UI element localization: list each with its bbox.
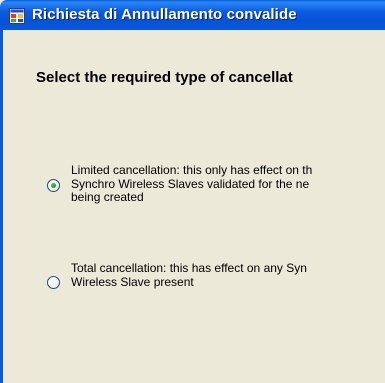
page-heading: Select the required type of cancellat [36, 69, 293, 86]
dialog-window: Richiesta di Annullamento convalide Sele… [0, 0, 385, 383]
title-bar[interactable]: Richiesta di Annullamento convalide [0, 0, 385, 30]
window-title: Richiesta di Annullamento convalide [32, 6, 297, 23]
app-window-icon [9, 8, 25, 24]
radio-button-total[interactable] [47, 276, 60, 289]
radio-selected-dot [51, 183, 56, 188]
radio-button-limited[interactable] [47, 179, 60, 192]
radio-label-total[interactable]: Total cancellation: this has effect on a… [71, 261, 385, 289]
radio-label-limited[interactable]: Limited cancellation: this only has effe… [71, 163, 385, 205]
